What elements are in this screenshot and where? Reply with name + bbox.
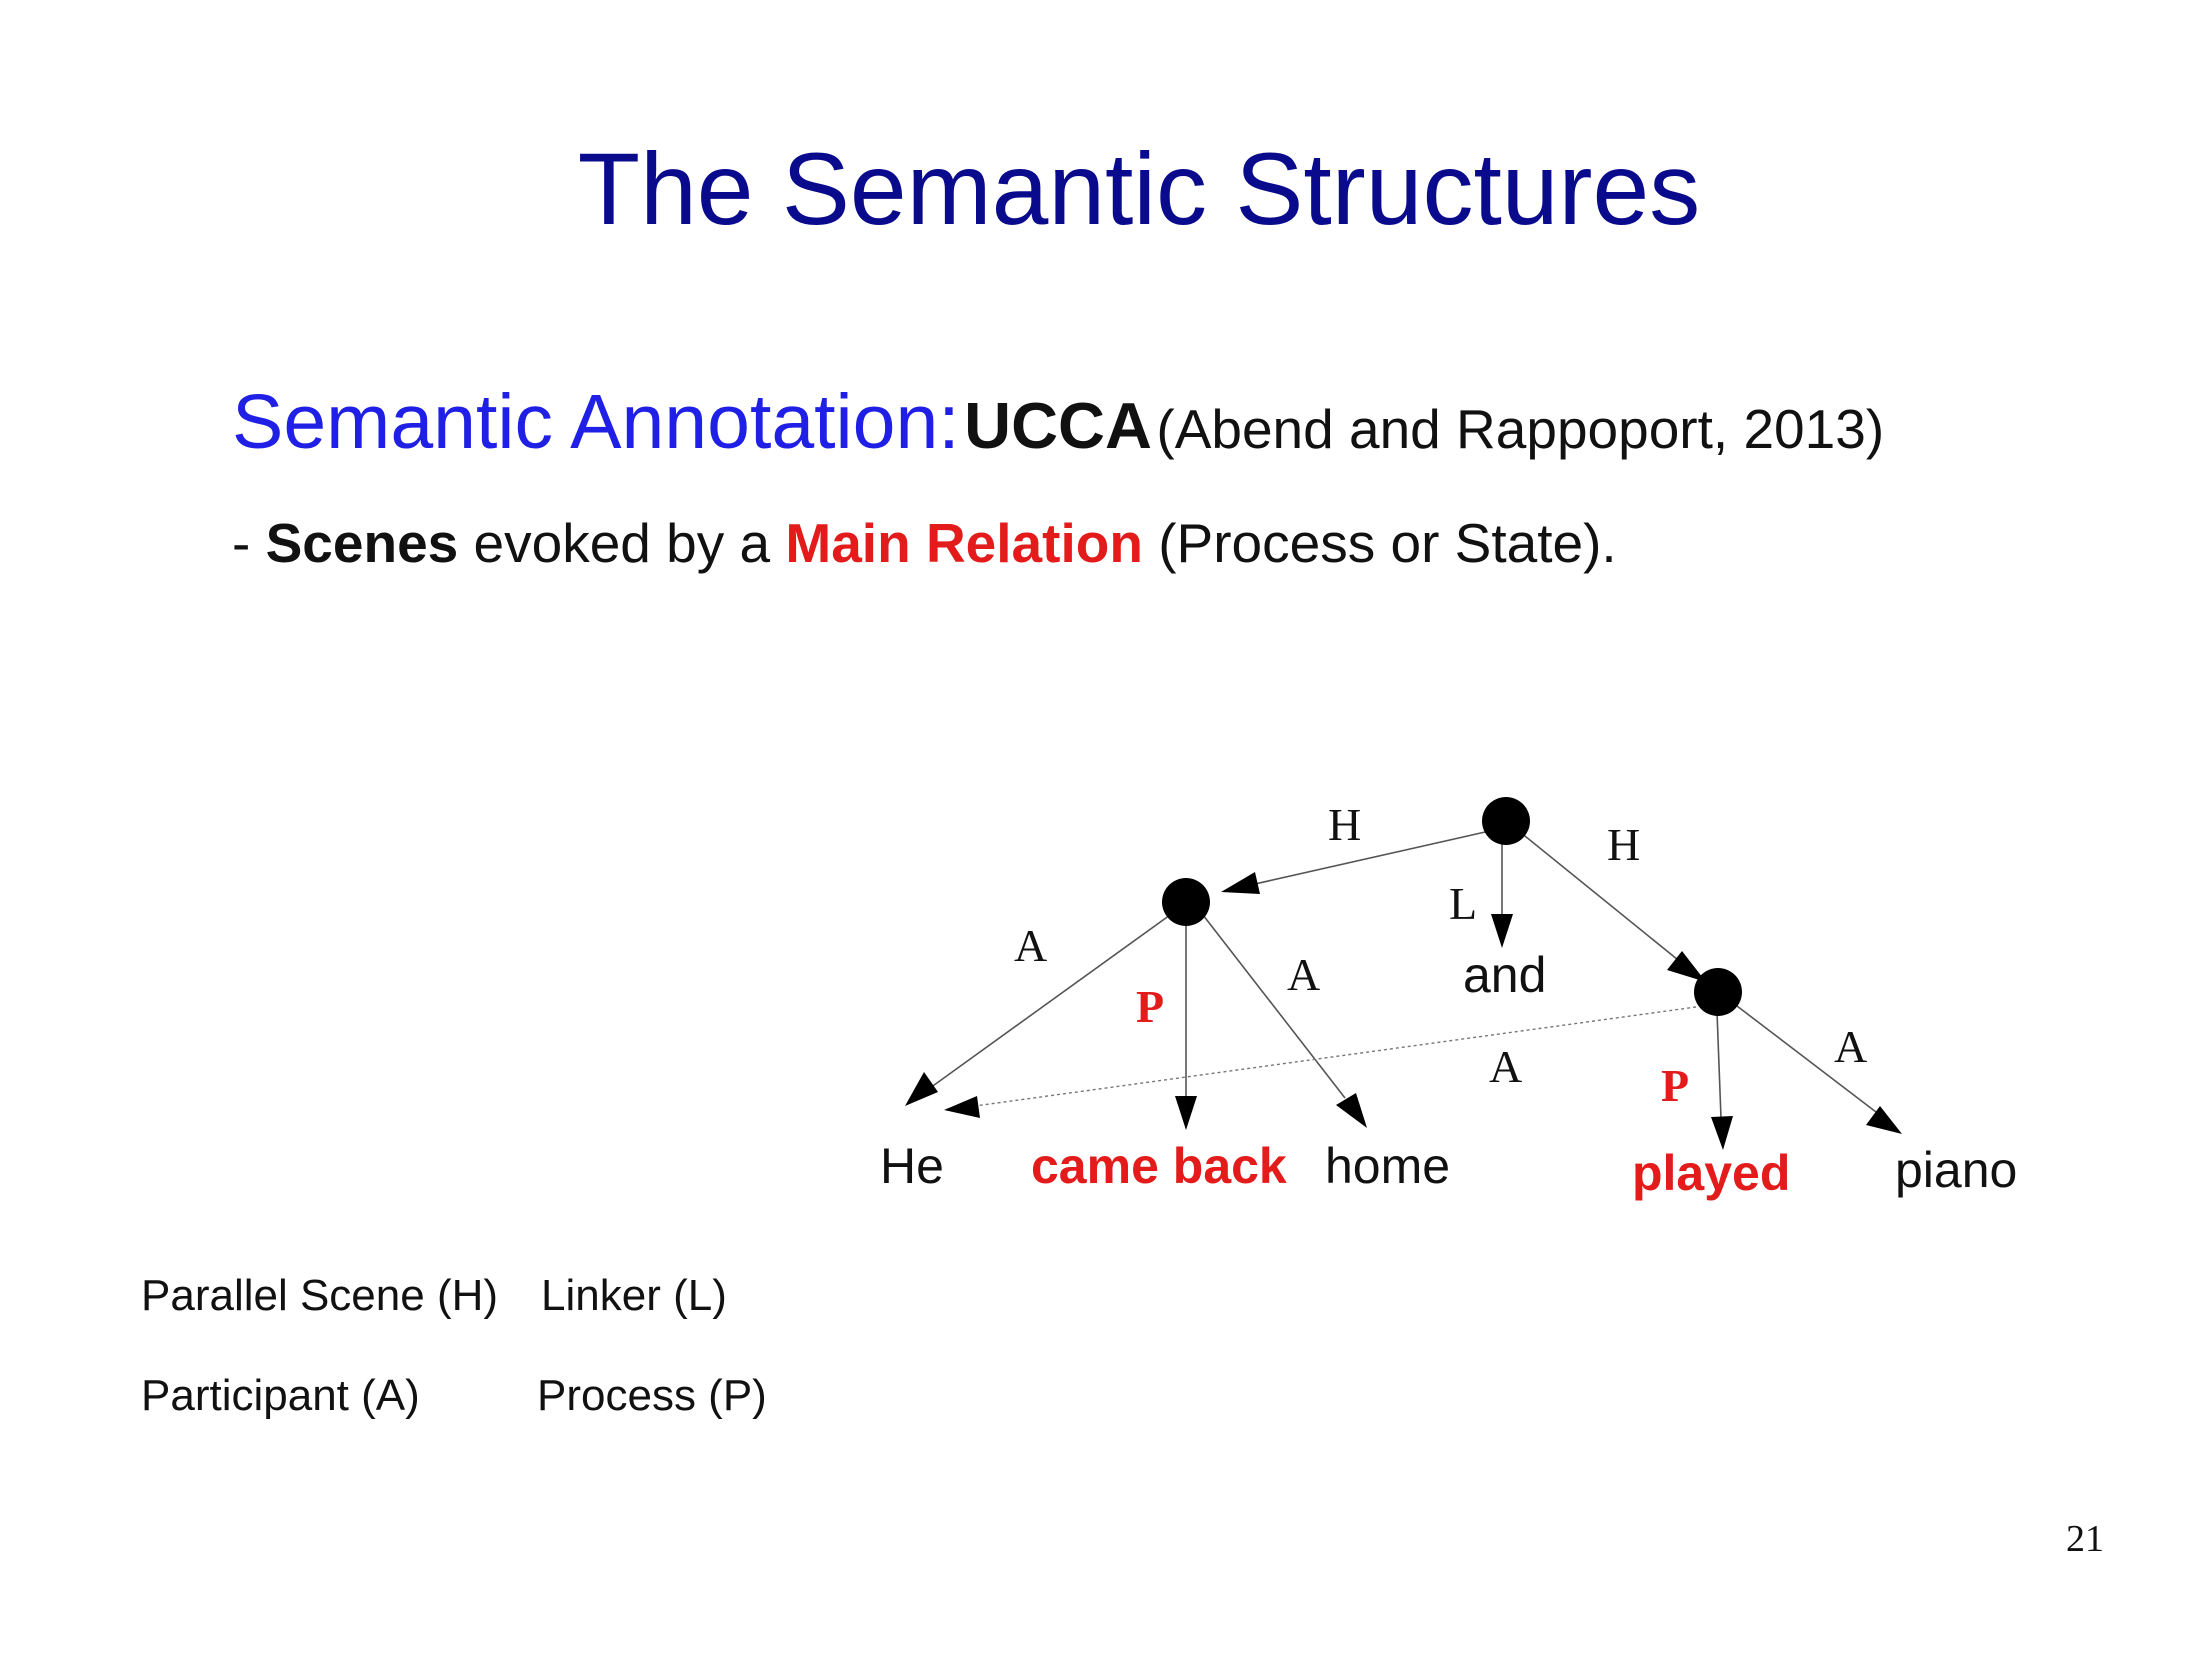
legend-process: Process (P) bbox=[537, 1371, 767, 1420]
arrowhead-scene1-he bbox=[905, 1072, 938, 1106]
edge-scene1-he bbox=[929, 914, 1171, 1089]
legend-parallel-scene: Parallel Scene (H) bbox=[141, 1271, 499, 1320]
edge-label-root-and: L bbox=[1449, 878, 1477, 929]
arrowhead-scene1-home bbox=[1336, 1093, 1367, 1128]
edge-label-scene1-came-back: P bbox=[1136, 981, 1164, 1032]
edge-label-scene1-he: A bbox=[1014, 920, 1047, 971]
word-he: He bbox=[880, 1138, 944, 1194]
node-scene-1 bbox=[1162, 878, 1210, 926]
arrowhead-root-scene1 bbox=[1221, 872, 1260, 894]
word-and: and bbox=[1463, 947, 1546, 1003]
edge-label-scene2-played: P bbox=[1661, 1060, 1689, 1111]
edge-scene1-home bbox=[1202, 914, 1346, 1099]
edge-scene2-played bbox=[1716, 1011, 1722, 1119]
edge-label-root-scene2: H bbox=[1607, 819, 1640, 870]
arrowhead-scene1-came-back bbox=[1175, 1096, 1197, 1130]
edge-scene2-he bbox=[974, 1006, 1697, 1107]
node-scene-2 bbox=[1694, 968, 1742, 1016]
legend-linker: Linker (L) bbox=[541, 1271, 727, 1320]
arrowhead-scene2-he bbox=[944, 1096, 980, 1118]
node-root bbox=[1482, 797, 1530, 845]
word-played: played bbox=[1632, 1145, 1790, 1201]
edge-label-scene2-he: A bbox=[1489, 1041, 1522, 1092]
edge-label-scene2-piano: A bbox=[1834, 1021, 1867, 1072]
word-piano: piano bbox=[1895, 1142, 2017, 1198]
word-home: home bbox=[1325, 1138, 1450, 1194]
edge-label-root-scene1: H bbox=[1328, 799, 1361, 850]
word-came-back: came back bbox=[1031, 1138, 1287, 1194]
arrowhead-scene2-piano bbox=[1866, 1106, 1902, 1134]
legend-participant: Participant (A) bbox=[141, 1371, 420, 1420]
edge-label-scene1-home: A bbox=[1287, 949, 1320, 1000]
page-number: 21 bbox=[2066, 1518, 2104, 1560]
arrowhead-root-and bbox=[1491, 914, 1513, 948]
